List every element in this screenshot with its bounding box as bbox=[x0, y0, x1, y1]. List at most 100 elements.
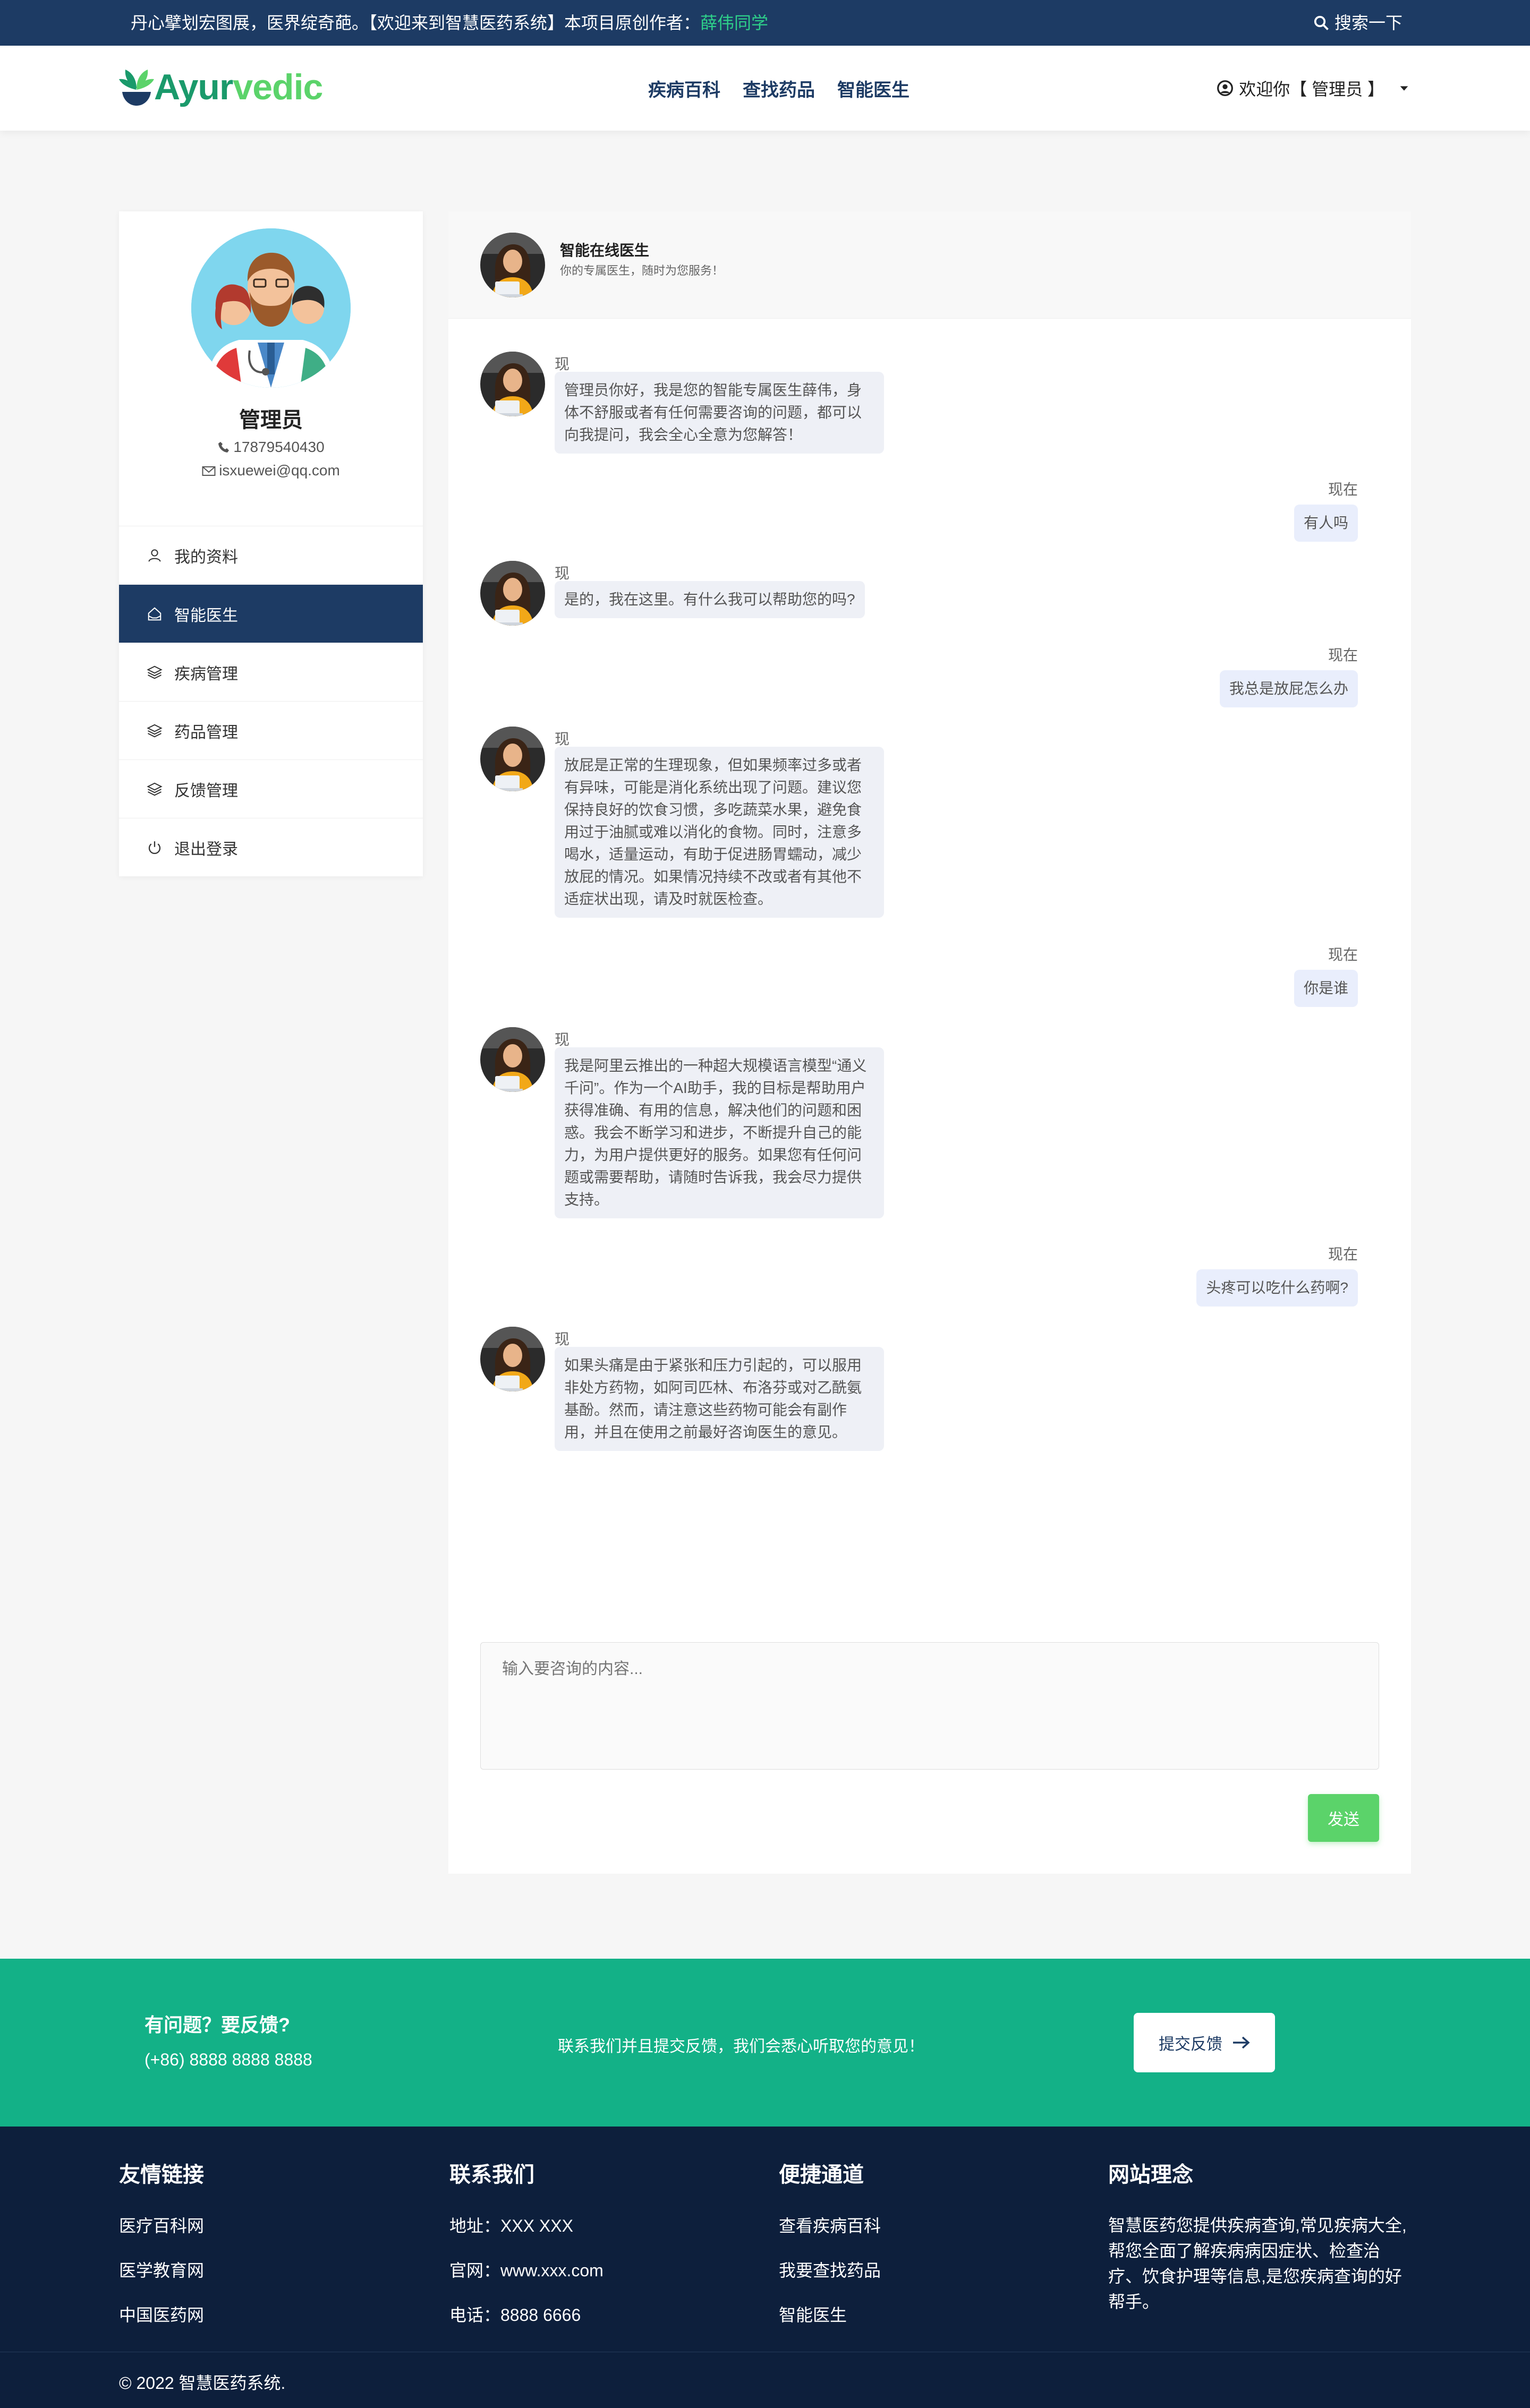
menu-label: 我的资料 bbox=[174, 548, 238, 566]
message-user: 现在 头疼可以吃什么药啊? bbox=[1196, 1243, 1358, 1307]
footer-link[interactable]: 医学教育网 bbox=[119, 2257, 204, 2282]
profile-name: 管理员 bbox=[239, 408, 303, 432]
profile-phone-text: 17879540430 bbox=[233, 439, 325, 455]
doctor-avatar bbox=[480, 561, 545, 626]
layers-icon bbox=[147, 782, 163, 796]
doctor-avatar bbox=[480, 233, 545, 297]
footer-contact-item: 电话：8888 6666 bbox=[449, 2305, 581, 2325]
message-bubble: 有人吗 bbox=[1294, 505, 1358, 542]
message-bubble: 我是阿里云推出的一种超大规模语言模型“通义千问”。作为一个AI助手，我的目标是帮… bbox=[555, 1047, 884, 1218]
welcome-message: 丹心擘划宏图展，医界绽奇葩。【欢迎来到智慧医药系统】本项目原创作者：薛伟同学 bbox=[131, 0, 768, 46]
home-icon bbox=[148, 607, 162, 620]
menu-label: 疾病管理 bbox=[174, 665, 238, 683]
user-menu[interactable]: 欢迎你【 管理员 】 bbox=[1217, 46, 1410, 131]
message-time: 现在 bbox=[1328, 481, 1358, 498]
doctors-illustration bbox=[191, 228, 351, 388]
message-bubble: 头疼可以吃什么药啊? bbox=[1196, 1269, 1358, 1307]
send-button[interactable]: 发送 bbox=[1308, 1794, 1379, 1842]
message-bubble: 如果头痛是由于紧张和压力引起的，可以服用非处方药物，如阿司匹林、布洛芬或对乙酰氨… bbox=[555, 1347, 884, 1451]
doctor-avatar bbox=[480, 1327, 545, 1391]
message-bubble: 放屁是正常的生理现象，但如果频率过多或者有异味，可能是消化系统出现了问题。建议您… bbox=[555, 747, 884, 918]
footer-link[interactable]: 我要查找药品 bbox=[779, 2257, 881, 2282]
submit-feedback-label: 提交反馈 bbox=[1159, 2036, 1222, 2053]
message-time: 现在 bbox=[1328, 1246, 1358, 1262]
profile-phone: 17879540430 bbox=[119, 439, 423, 456]
envelope-icon bbox=[202, 466, 216, 476]
user-icon bbox=[148, 549, 161, 562]
message-bubble: 你是谁 bbox=[1294, 970, 1358, 1007]
layers-icon bbox=[147, 724, 163, 737]
feedback-cta: 有问题？要反馈? (+86) 8888 8888 8888 联系我们并且提交反馈… bbox=[0, 1959, 1530, 2127]
chat-subtitle: 你的专属医生，随时为您服务！ bbox=[560, 264, 724, 277]
footer-col-about: 网站理念 智慧医药您提供疾病查询,常见疾病大全,帮您全面了解疾病病因症状、检查治… bbox=[1108, 2157, 1411, 2315]
menu-item-disease-management[interactable]: 疾病管理 bbox=[119, 643, 423, 701]
welcome-text: 丹心擘划宏图展，医界绽奇葩。【欢迎来到智慧医药系统】本项目原创作者： bbox=[131, 13, 701, 32]
profile-email-text: isxuewei@qq.com bbox=[219, 462, 340, 479]
navbar: Ayurvedic 疾病百科 查找药品 智能医生 欢迎你【 管理员 】 bbox=[0, 46, 1530, 131]
power-icon bbox=[148, 841, 161, 854]
profile-email: isxuewei@qq.com bbox=[119, 462, 423, 479]
footer-link[interactable]: 中国医药网 bbox=[119, 2302, 204, 2326]
nav-smart-doctor[interactable]: 智能医生 bbox=[837, 75, 910, 101]
menu-item-medicine-management[interactable]: 药品管理 bbox=[119, 701, 423, 759]
nav-find-medicine[interactable]: 查找药品 bbox=[743, 75, 815, 101]
message-bubble: 我总是放屁怎么办 bbox=[1219, 670, 1358, 707]
menu-label: 退出登录 bbox=[174, 840, 238, 858]
menu-item-logout[interactable]: 退出登录 bbox=[119, 818, 423, 876]
logo-text-a: Ayur bbox=[154, 67, 233, 107]
user-greeting: 欢迎你【 管理员 】 bbox=[1239, 80, 1384, 99]
menu-label: 反馈管理 bbox=[174, 782, 238, 800]
chat-title: 智能在线医生 bbox=[560, 242, 650, 259]
main-nav: 疾病百科 查找药品 智能医生 bbox=[648, 46, 910, 131]
phone-icon bbox=[218, 442, 230, 452]
menu-label: 药品管理 bbox=[174, 723, 238, 741]
cta-message: 联系我们并且提交反馈，我们会悉心听取您的意见！ bbox=[558, 2038, 924, 2055]
footer-col-title: 友情链接 bbox=[119, 2163, 204, 2187]
footer-col-shortcuts: 便捷通道 查看疾病百科 我要查找药品 智能医生 bbox=[779, 2157, 881, 2346]
menu-item-smart-doctor[interactable]: 智能医生 bbox=[119, 584, 423, 643]
footer: 友情链接 医疗百科网 医学教育网 中国医药网 联系我们 地址：XXX XXX 官… bbox=[0, 2127, 1530, 2408]
search-icon bbox=[1314, 15, 1329, 30]
avatar bbox=[191, 228, 351, 388]
message-bubble: 是的，我在这里。有什么我可以帮助您的吗? bbox=[555, 581, 865, 618]
footer-link[interactable]: 智能医生 bbox=[779, 2302, 881, 2326]
footer-col-title: 联系我们 bbox=[449, 2163, 534, 2187]
footer-contact-item: 地址：XXX XXX bbox=[449, 2216, 573, 2235]
author-link[interactable]: 薛伟同学 bbox=[700, 13, 768, 32]
doctor-avatar bbox=[480, 1027, 545, 1092]
message-time: 现在 bbox=[1328, 946, 1358, 963]
sidebar: 管理员 17879540430 isxuewei@qq.com 我的资料 智能医… bbox=[119, 211, 423, 876]
caret-down-icon bbox=[1400, 86, 1408, 91]
copyright: © 2022 智慧医药系统. bbox=[119, 2373, 286, 2393]
search-link[interactable]: 搜索一下 bbox=[1313, 0, 1402, 46]
search-label: 搜索一下 bbox=[1334, 13, 1402, 32]
footer-about-text: 智慧医药您提供疾病查询,常见疾病大全,帮您全面了解疾病病因症状、检查治疗、饮食护… bbox=[1108, 2216, 1407, 2311]
logo[interactable]: Ayurvedic bbox=[119, 66, 323, 108]
menu-item-feedback-management[interactable]: 反馈管理 bbox=[119, 759, 423, 818]
submit-feedback-button[interactable]: 提交反馈 bbox=[1134, 2013, 1275, 2072]
consult-input[interactable] bbox=[480, 1642, 1379, 1770]
menu-label: 智能医生 bbox=[174, 607, 238, 625]
menu-item-profile[interactable]: 我的资料 bbox=[119, 526, 423, 584]
chat-panel: 智能在线医生 你的专属医生，随时为您服务！ 现在 管理员你好，我是您的智能专属医… bbox=[448, 211, 1411, 1874]
side-menu: 我的资料 智能医生 疾病管理 药品管理 反馈管理 退出登录 bbox=[119, 526, 423, 876]
layers-icon bbox=[147, 665, 163, 679]
cta-question: 有问题？要反馈? bbox=[144, 2014, 290, 2036]
footer-link[interactable]: 医疗百科网 bbox=[119, 2213, 204, 2237]
cta-phone: (+86) 8888 8888 8888 bbox=[144, 2050, 312, 2069]
footer-contact-item[interactable]: 官网：www.xxx.com bbox=[449, 2257, 604, 2282]
arrow-right-icon bbox=[1233, 2036, 1250, 2049]
footer-link[interactable]: 查看疾病百科 bbox=[779, 2213, 881, 2237]
message-user: 现在 我总是放屁怎么办 bbox=[1219, 644, 1358, 707]
message-bubble: 管理员你好，我是您的智能专属医生薛伟，身体不舒服或者有任何需要咨询的问题，都可以… bbox=[555, 372, 884, 454]
chat-header: 智能在线医生 你的专属医生，随时为您服务！ bbox=[448, 211, 1411, 319]
user-circle-icon bbox=[1217, 80, 1234, 96]
nav-disease-encyclopedia[interactable]: 疾病百科 bbox=[648, 75, 720, 101]
footer-col-title: 网站理念 bbox=[1108, 2163, 1193, 2187]
top-bar: 丹心擘划宏图展，医界绽奇葩。【欢迎来到智慧医药系统】本项目原创作者：薛伟同学 搜… bbox=[0, 0, 1530, 46]
footer-col-links: 友情链接 医疗百科网 医学教育网 中国医药网 bbox=[119, 2157, 204, 2346]
logo-text-b: vedic bbox=[233, 67, 323, 107]
doctor-avatar bbox=[480, 352, 545, 416]
leaf-bowl-icon bbox=[119, 70, 154, 106]
footer-col-contact: 联系我们 地址：XXX XXX 官网：www.xxx.com 电话：8888 6… bbox=[449, 2157, 604, 2346]
